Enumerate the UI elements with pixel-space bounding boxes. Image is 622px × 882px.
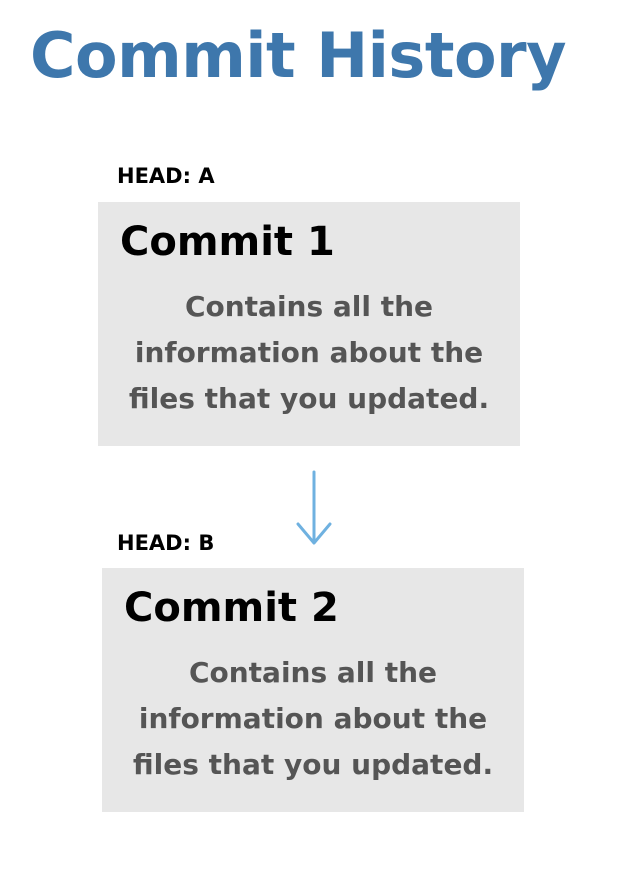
commit-description: Contains all the information about the f… — [98, 284, 520, 422]
commit-description: Contains all the information about the f… — [102, 650, 524, 788]
commit-title: Commit 1 — [120, 219, 335, 265]
description-line: files that you updated. — [128, 382, 490, 415]
description-line: Contains all the — [184, 290, 434, 323]
head-label-b: HEAD: B — [117, 531, 215, 555]
description-line: files that you updated. — [132, 748, 494, 781]
commit-title: Commit 2 — [124, 585, 339, 631]
commit-box-1: Commit 1 Contains all the information ab… — [98, 202, 520, 446]
head-label-a: HEAD: A — [117, 164, 215, 188]
arrow-down-icon — [296, 470, 332, 545]
description-line: information about the — [138, 702, 488, 735]
description-line: Contains all the — [188, 656, 438, 689]
description-line: information about the — [134, 336, 484, 369]
page-title: Commit History — [30, 19, 567, 92]
commit-box-2: Commit 2 Contains all the information ab… — [102, 568, 524, 812]
